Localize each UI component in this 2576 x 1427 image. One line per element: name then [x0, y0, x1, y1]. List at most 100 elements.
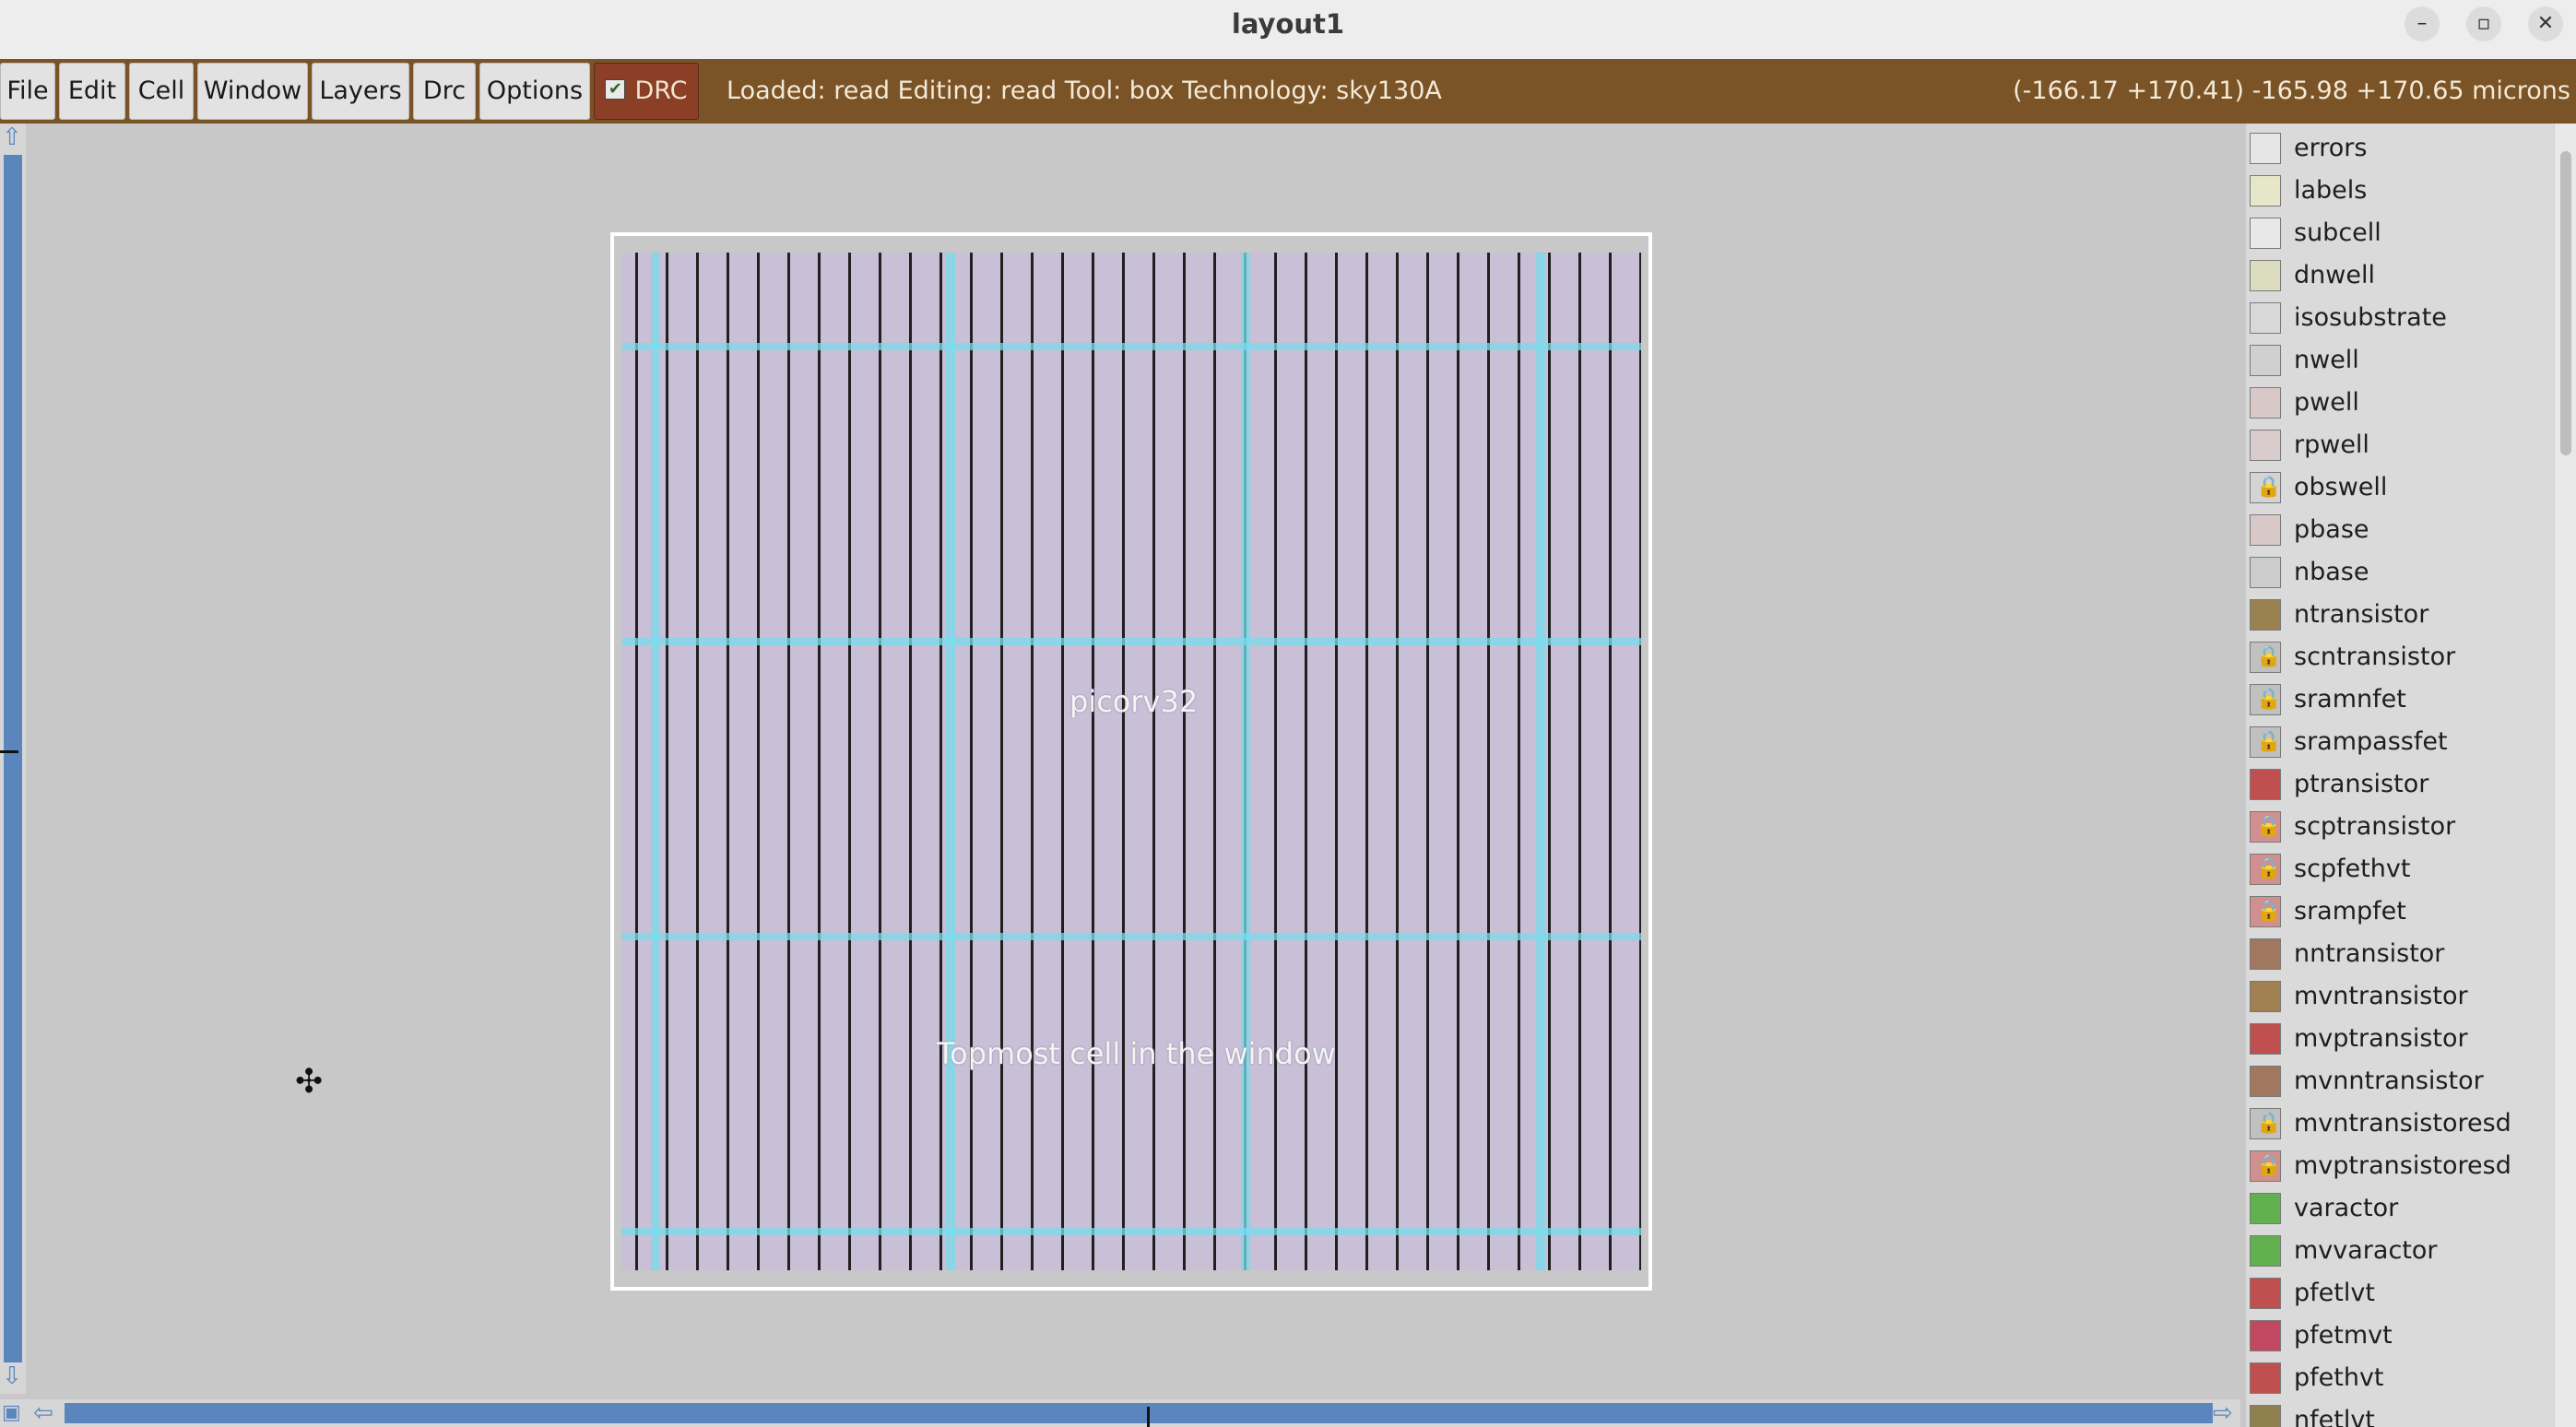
menu-layers[interactable]: Layers	[312, 63, 409, 120]
layer-swatch[interactable]	[2250, 133, 2281, 164]
layer-item-varactor[interactable]: varactor	[2246, 1187, 2554, 1230]
layer-swatch[interactable]	[2250, 1362, 2281, 1394]
layer-swatch[interactable]	[2250, 175, 2281, 206]
menu-cell[interactable]: Cell	[129, 63, 194, 120]
layers-scrollbar[interactable]	[2554, 124, 2576, 1427]
layer-swatch[interactable]	[2250, 218, 2281, 249]
scroll-up-icon[interactable]: ⇧	[2, 125, 22, 149]
layer-item-dnwell[interactable]: dnwell	[2246, 254, 2554, 297]
layer-item-labels[interactable]: labels	[2246, 170, 2554, 212]
layer-item-nntransistor[interactable]: nntransistor	[2246, 933, 2554, 975]
horizontal-scroll-thumb[interactable]	[65, 1403, 2213, 1423]
minimize-icon[interactable]: –	[2405, 6, 2440, 41]
vertical-scroll-thumb[interactable]	[4, 155, 22, 1362]
layer-swatch[interactable]	[2250, 514, 2281, 546]
layer-swatch[interactable]: 🔒	[2250, 1150, 2281, 1182]
layer-item-mvntransistor[interactable]: mvntransistor	[2246, 975, 2554, 1018]
lock-icon: 🔒	[2256, 1154, 2282, 1177]
scroll-down-icon[interactable]: ⇩	[2, 1364, 22, 1388]
scroll-corner-icon[interactable]: ▣	[2, 1401, 21, 1425]
layers-scroll-thumb[interactable]	[2560, 151, 2571, 455]
layer-item-pfetmvt[interactable]: pfetmvt	[2246, 1315, 2554, 1357]
layer-swatch[interactable]	[2250, 345, 2281, 376]
layer-name: nntransistor	[2294, 939, 2445, 968]
scroll-left-icon[interactable]: ⇦	[33, 1401, 53, 1425]
layout-canvas[interactable]: picorv32 Topmost cell in the window ✣	[28, 124, 2240, 1399]
drc-toggle[interactable]: ✔ DRC	[594, 63, 699, 120]
layer-swatch[interactable]	[2250, 557, 2281, 588]
power-stripe-vertical	[651, 253, 660, 1270]
layer-item-srampassfet[interactable]: 🔒 srampassfet	[2246, 721, 2554, 763]
layer-swatch[interactable]	[2250, 260, 2281, 291]
layer-swatch[interactable]: 🔒	[2250, 684, 2281, 715]
layer-item-scptransistor[interactable]: 🔒 scptransistor	[2246, 806, 2554, 848]
layer-item-mvvaractor[interactable]: mvvaractor	[2246, 1230, 2554, 1272]
layer-swatch[interactable]	[2250, 1320, 2281, 1351]
close-icon[interactable]: ✕	[2528, 6, 2563, 41]
status-info: Loaded: read Editing: read Tool: box Tec…	[727, 77, 1442, 105]
layer-item-srampfet[interactable]: 🔒 srampfet	[2246, 890, 2554, 933]
layer-item-ptransistor[interactable]: ptransistor	[2246, 763, 2554, 806]
layer-item-pbase[interactable]: pbase	[2246, 509, 2554, 551]
layer-swatch[interactable]	[2250, 302, 2281, 334]
layer-swatch[interactable]: 🔒	[2250, 811, 2281, 843]
scroll-right-icon[interactable]: ⇨	[2213, 1401, 2233, 1425]
menu-file[interactable]: File	[0, 63, 55, 120]
layer-item-mvnntransistor[interactable]: mvnntransistor	[2246, 1060, 2554, 1103]
menu-bar: File Edit Cell Window Layers Drc Options…	[0, 59, 2576, 124]
layer-swatch[interactable]	[2250, 938, 2281, 970]
layer-swatch[interactable]: 🔒	[2250, 854, 2281, 885]
layers-panel: errors labels subcell dnwell isosubstrate nwe…	[2246, 124, 2554, 1427]
layer-item-sramnfet[interactable]: 🔒 sramnfet	[2246, 678, 2554, 721]
layer-item-obswell[interactable]: 🔒 obswell	[2246, 466, 2554, 509]
layer-item-nbase[interactable]: nbase	[2246, 551, 2554, 594]
layer-name: pfetlvt	[2294, 1279, 2375, 1307]
layer-name: isosubstrate	[2294, 303, 2447, 332]
layer-item-nwell[interactable]: nwell	[2246, 339, 2554, 382]
layer-item-rpwell[interactable]: rpwell	[2246, 424, 2554, 466]
layer-item-pfethvt[interactable]: pfethvt	[2246, 1357, 2554, 1399]
layer-item-scntransistor[interactable]: 🔒 scntransistor	[2246, 636, 2554, 678]
layer-swatch[interactable]: 🔒	[2250, 472, 2281, 503]
layer-name: ptransistor	[2294, 770, 2429, 798]
layer-swatch[interactable]	[2250, 981, 2281, 1012]
layer-item-ntransistor[interactable]: ntransistor	[2246, 594, 2554, 636]
layer-swatch[interactable]	[2250, 1278, 2281, 1309]
cell-bounding-box[interactable]: picorv32 Topmost cell in the window	[610, 232, 1652, 1291]
layer-swatch[interactable]: 🔒	[2250, 642, 2281, 673]
layer-swatch[interactable]	[2250, 1235, 2281, 1267]
layer-swatch[interactable]	[2250, 1023, 2281, 1055]
layer-item-mvntransistoresd[interactable]: 🔒 mvntransistoresd	[2246, 1103, 2554, 1145]
crosshair-cursor-icon: ✣	[295, 1063, 324, 1101]
layer-swatch[interactable]: 🔒	[2250, 1108, 2281, 1139]
menu-drc[interactable]: Drc	[413, 63, 476, 120]
power-stripe-horizontal	[621, 933, 1641, 940]
layer-swatch[interactable]	[2250, 599, 2281, 631]
layer-name: mvptransistor	[2294, 1024, 2468, 1053]
layer-item-subcell[interactable]: subcell	[2246, 212, 2554, 254]
menu-window[interactable]: Window	[197, 63, 308, 120]
maximize-icon[interactable]: ▫	[2466, 6, 2501, 41]
checkbox-icon[interactable]: ✔	[605, 78, 626, 100]
layer-swatch[interactable]	[2250, 769, 2281, 800]
menu-options[interactable]: Options	[479, 63, 590, 120]
menu-edit[interactable]: Edit	[59, 63, 125, 120]
layer-item-pfetlvt[interactable]: pfetlvt	[2246, 1272, 2554, 1315]
layer-item-nfetlvt[interactable]: nfetlvt	[2246, 1399, 2554, 1427]
layer-item-errors[interactable]: errors	[2246, 127, 2554, 170]
layer-swatch[interactable]: 🔒	[2250, 726, 2281, 758]
horizontal-scrollbar[interactable]: ▣ ⇦ ⇨	[0, 1399, 2240, 1427]
layer-item-pwell[interactable]: pwell	[2246, 382, 2554, 424]
layer-item-isosubstrate[interactable]: isosubstrate	[2246, 297, 2554, 339]
layer-item-mvptransistor[interactable]: mvptransistor	[2246, 1018, 2554, 1060]
layer-item-scpfethvt[interactable]: 🔒 scpfethvt	[2246, 848, 2554, 890]
layer-swatch[interactable]	[2250, 387, 2281, 419]
layer-swatch[interactable]	[2250, 1405, 2281, 1427]
layer-item-mvptransistoresd[interactable]: 🔒 mvptransistoresd	[2246, 1145, 2554, 1187]
lock-icon: 🔒	[2256, 688, 2282, 711]
layer-swatch[interactable]	[2250, 430, 2281, 461]
vertical-scrollbar[interactable]: ⇧ ⇩	[0, 124, 26, 1394]
layer-swatch[interactable]	[2250, 1193, 2281, 1224]
layer-swatch[interactable]: 🔒	[2250, 896, 2281, 927]
layer-swatch[interactable]	[2250, 1066, 2281, 1097]
